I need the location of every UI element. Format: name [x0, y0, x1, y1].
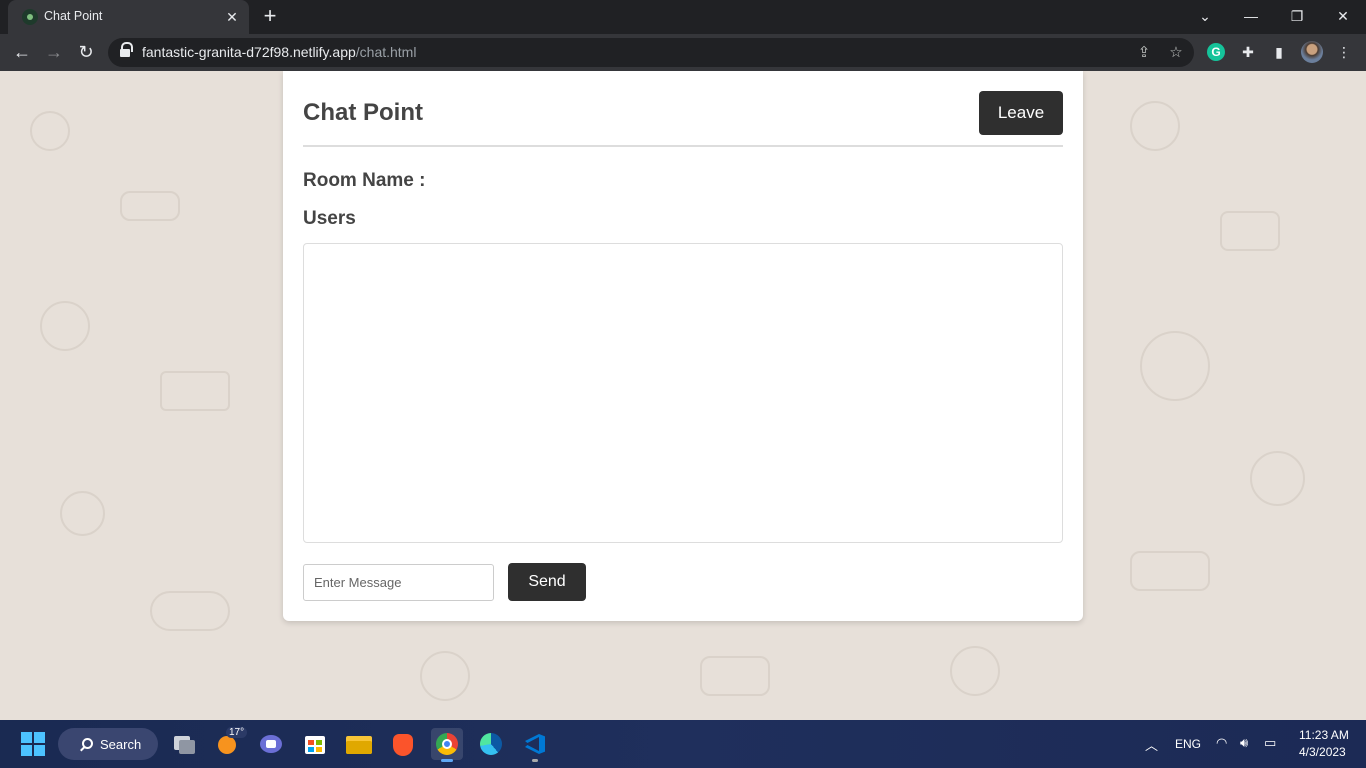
browser-tab[interactable]: Chat Point ✕ [8, 0, 249, 34]
background-doodle [1140, 331, 1210, 401]
weather-temp-badge: 17° [226, 727, 248, 738]
tab-title: Chat Point [44, 9, 103, 23]
background-doodle [60, 491, 105, 536]
forward-button[interactable]: → [41, 39, 67, 65]
address-bar[interactable]: fantastic-granita-d72f98.netlify.app/cha… [108, 38, 1194, 67]
minimize-button[interactable]: — [1231, 3, 1271, 29]
page-title: Chat Point [303, 99, 423, 126]
background-doodle [420, 651, 470, 701]
task-view-icon[interactable] [168, 728, 200, 760]
profile-avatar[interactable] [1301, 41, 1323, 63]
background-doodle [120, 191, 180, 221]
browser-toolbar: ← → ↻ fantastic-granita-d72f98.netlify.a… [0, 34, 1366, 71]
vscode-icon[interactable] [519, 728, 551, 762]
search-icon [82, 738, 93, 749]
close-window-button[interactable]: ✕ [1323, 3, 1363, 29]
browser-tab-strip: Chat Point ✕ + ⌄ — ❐ ✕ [0, 0, 1366, 34]
users-label: Users [303, 208, 356, 229]
back-button[interactable]: ← [9, 39, 35, 65]
edge-icon[interactable] [475, 728, 507, 760]
header-divider [303, 145, 1063, 147]
leave-button[interactable]: Leave [979, 91, 1063, 135]
running-app-indicator [532, 759, 538, 762]
tab-close-icon[interactable]: ✕ [222, 7, 242, 27]
clock-time[interactable]: 11:23 AM [1299, 728, 1349, 742]
background-doodle [160, 371, 230, 411]
language-indicator[interactable]: ENG [1175, 737, 1201, 751]
wifi-icon[interactable]: ◠ [1216, 735, 1227, 751]
message-input[interactable] [303, 564, 494, 601]
clock-date[interactable]: 4/3/2023 [1299, 745, 1346, 759]
background-doodle [700, 656, 770, 696]
menu-dots-icon[interactable]: ⋮ [1334, 42, 1354, 62]
lock-icon[interactable] [120, 42, 133, 58]
background-doodle [950, 646, 1000, 696]
volume-icon[interactable]: 🔊︎ [1240, 735, 1248, 751]
new-tab-button[interactable]: + [258, 5, 282, 28]
background-doodle [1250, 451, 1305, 506]
send-button[interactable]: Send [508, 563, 586, 601]
chrome-icon[interactable] [431, 728, 463, 762]
background-doodle [1220, 211, 1280, 251]
microsoft-store-icon[interactable] [299, 728, 331, 760]
teams-meet-icon[interactable] [255, 728, 287, 760]
background-doodle [1130, 101, 1180, 151]
taskbar-search[interactable]: Search [58, 728, 158, 760]
brave-icon[interactable] [387, 728, 419, 760]
background-doodle [30, 111, 70, 151]
chat-messages-area[interactable] [303, 243, 1063, 543]
chat-card: Chat Point Leave Room Name : Users Send [283, 71, 1083, 621]
background-doodle [150, 591, 230, 631]
url-text[interactable]: fantastic-granita-d72f98.netlify.app/cha… [142, 44, 416, 60]
battery-icon[interactable]: ▭ [1264, 735, 1276, 751]
background-doodle [40, 301, 90, 351]
side-panel-icon[interactable]: ▮ [1269, 42, 1289, 62]
bookmark-star-icon[interactable]: ☆ [1167, 44, 1185, 62]
favicon-icon [22, 9, 38, 25]
share-icon[interactable]: ⇪ [1135, 44, 1153, 62]
extensions-icon[interactable]: ✚ [1238, 42, 1258, 62]
active-app-indicator [441, 759, 453, 762]
room-name-label: Room Name : [303, 170, 426, 191]
page-viewport: Chat Point Leave Room Name : Users Send [0, 71, 1366, 720]
file-explorer-icon[interactable] [343, 728, 375, 760]
background-doodle [1130, 551, 1210, 591]
tab-search-dropdown-icon[interactable]: ⌄ [1185, 3, 1225, 29]
chevron-up-icon[interactable]: ︿ [1145, 735, 1158, 754]
search-label: Search [100, 737, 142, 752]
restore-button[interactable]: ❐ [1277, 3, 1317, 29]
reload-button[interactable]: ↻ [73, 39, 99, 65]
windows-start-icon[interactable] [21, 732, 45, 756]
url-host: fantastic-granita-d72f98.netlify.app [142, 44, 356, 60]
url-path: /chat.html [355, 44, 417, 60]
grammarly-icon[interactable]: G [1207, 43, 1225, 61]
taskbar: Search [0, 720, 1366, 768]
